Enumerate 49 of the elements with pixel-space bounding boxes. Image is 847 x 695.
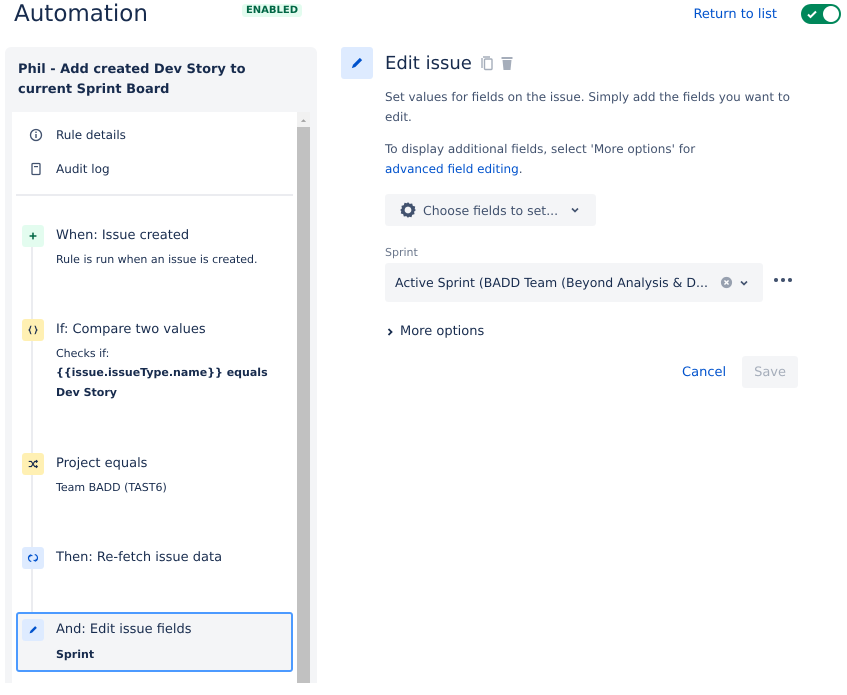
step-title: When: Issue created xyxy=(56,227,190,245)
step-title: Then: Re-fetch issue data xyxy=(56,549,222,567)
chevron-right-icon xyxy=(385,326,395,336)
scroll-up-arrow-icon[interactable] xyxy=(300,118,307,123)
document-icon xyxy=(29,162,43,176)
rule-step[interactable]: Then: Re-fetch issue data xyxy=(16,540,293,576)
step-title: Project equals xyxy=(56,455,148,473)
rule-step[interactable]: And: Edit issue fields Sprint xyxy=(16,612,293,672)
cancel-button[interactable]: Cancel xyxy=(674,356,734,388)
step-description: Rule is run when an issue is created. xyxy=(56,252,258,268)
editor-intro: Set values for fields on the issue. Simply add the fields you want to edit. xyxy=(385,89,791,126)
choose-fields-button[interactable]: Choose fields to set... xyxy=(385,194,596,226)
rule-name: Phil - Add created Dev Story to current Sprint Board xyxy=(17,61,247,99)
rule-step[interactable]: When: Issue created Rule is run when an issue is created. xyxy=(16,218,293,276)
rule-step[interactable]: If: Compare two values Checks if: {{issue.issueType.name}} equals Dev Story xyxy=(16,312,293,410)
refresh-icon xyxy=(22,547,44,569)
braces-icon xyxy=(22,319,44,341)
scrollbar[interactable] xyxy=(297,112,310,683)
pencil-icon xyxy=(341,47,373,79)
trash-icon[interactable] xyxy=(500,55,514,71)
more-icon[interactable] xyxy=(773,276,793,282)
copy-icon[interactable] xyxy=(480,55,494,71)
rule-toggle[interactable] xyxy=(801,4,841,24)
clear-icon[interactable] xyxy=(720,276,733,289)
step-title: If: Compare two values xyxy=(56,321,207,339)
step-description: Checks if: xyxy=(56,346,110,362)
more-options-toggle[interactable]: More options xyxy=(385,324,484,339)
rule-step[interactable]: Project equals Team BADD (TAST6) xyxy=(16,446,293,504)
status-badge: ENABLED xyxy=(242,4,302,17)
settings-icon xyxy=(399,201,417,219)
step-detail: Sprint xyxy=(56,647,96,663)
sprint-select[interactable]: Active Sprint (BADD Team (Beyond Analysis & D... xyxy=(385,263,763,302)
editor-hint: To display additional fields, select 'More options' for advanced field editing. xyxy=(385,141,696,178)
advanced-field-editing-link[interactable]: advanced field editing xyxy=(385,162,519,176)
shuffle-icon xyxy=(22,453,44,475)
pencil-icon xyxy=(22,619,44,641)
page-title: Automation xyxy=(14,1,148,27)
step-description: Team BADD (TAST6) xyxy=(56,480,167,496)
field-label: Sprint xyxy=(385,246,419,259)
rule-menu-item[interactable]: Audit log xyxy=(16,152,293,186)
return-to-list-link[interactable]: Return to list xyxy=(693,6,777,22)
rule-menu-item[interactable]: Rule details xyxy=(16,118,293,152)
check-icon xyxy=(806,8,818,20)
plus-icon xyxy=(22,225,44,247)
editor-title: Edit issue xyxy=(385,52,472,74)
chevron-down-icon xyxy=(570,205,580,215)
step-title: And: Edit issue fields xyxy=(56,621,192,639)
step-detail: {{issue.issueType.name}} equals Dev Story xyxy=(56,365,269,401)
info-icon xyxy=(29,128,43,142)
